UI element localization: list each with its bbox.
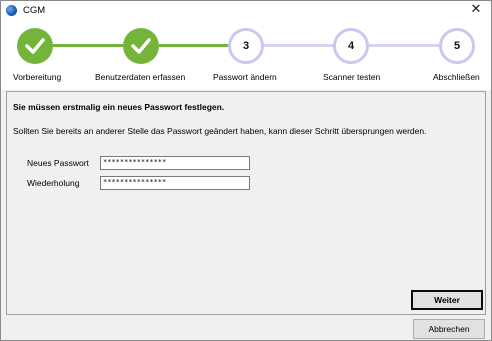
step-3-number: 3 (242, 40, 250, 52)
step-5-label: Abschließen (433, 72, 480, 82)
step-3-indicator: 3 (228, 28, 264, 64)
title-bar: CGM ✕ (1, 1, 491, 21)
step-connector-2-3 (159, 44, 229, 47)
cancel-button[interactable]: Abbrechen (413, 319, 485, 339)
content-panel: Sie müssen erstmalig ein neues Passwort … (6, 91, 486, 315)
step-1-label: Vorbereitung (13, 72, 62, 82)
repeat-password-field[interactable]: *************** (100, 176, 250, 190)
page-headline: Sie müssen erstmalig ein neues Passwort … (13, 102, 225, 112)
cgm-globe-icon (6, 5, 17, 16)
step-connector-1-2 (53, 44, 123, 47)
wizard-window: CGM ✕ Vorbereitung Benutzerdaten erfasse… (0, 0, 492, 341)
window-title: CGM (23, 5, 46, 16)
step-4-number: 4 (347, 40, 355, 52)
checkmark-icon (25, 38, 45, 54)
step-4-indicator: 4 (333, 28, 369, 64)
next-button[interactable]: Weiter (411, 290, 483, 310)
repeat-password-label: Wiederholung (27, 178, 80, 188)
step-progress: Vorbereitung Benutzerdaten erfassen 3 Pa… (1, 21, 491, 90)
step-5-number: 5 (453, 40, 461, 52)
step-5-indicator: 5 (439, 28, 475, 64)
new-password-label: Neues Passwort (27, 158, 89, 168)
step-3-label: Passwort ändern (213, 72, 277, 82)
checkmark-icon (131, 38, 151, 54)
step-4-label: Scanner testen (323, 72, 381, 82)
new-password-field[interactable]: *************** (100, 156, 250, 170)
close-icon[interactable]: ✕ (467, 2, 485, 18)
step-connector-3-4 (264, 44, 334, 47)
step-2-label: Benutzerdaten erfassen (95, 72, 186, 82)
page-description: Sollten Sie bereits an anderer Stelle da… (13, 126, 427, 136)
step-2-indicator (123, 28, 159, 64)
step-connector-4-5 (369, 44, 439, 47)
step-1-indicator (17, 28, 53, 64)
